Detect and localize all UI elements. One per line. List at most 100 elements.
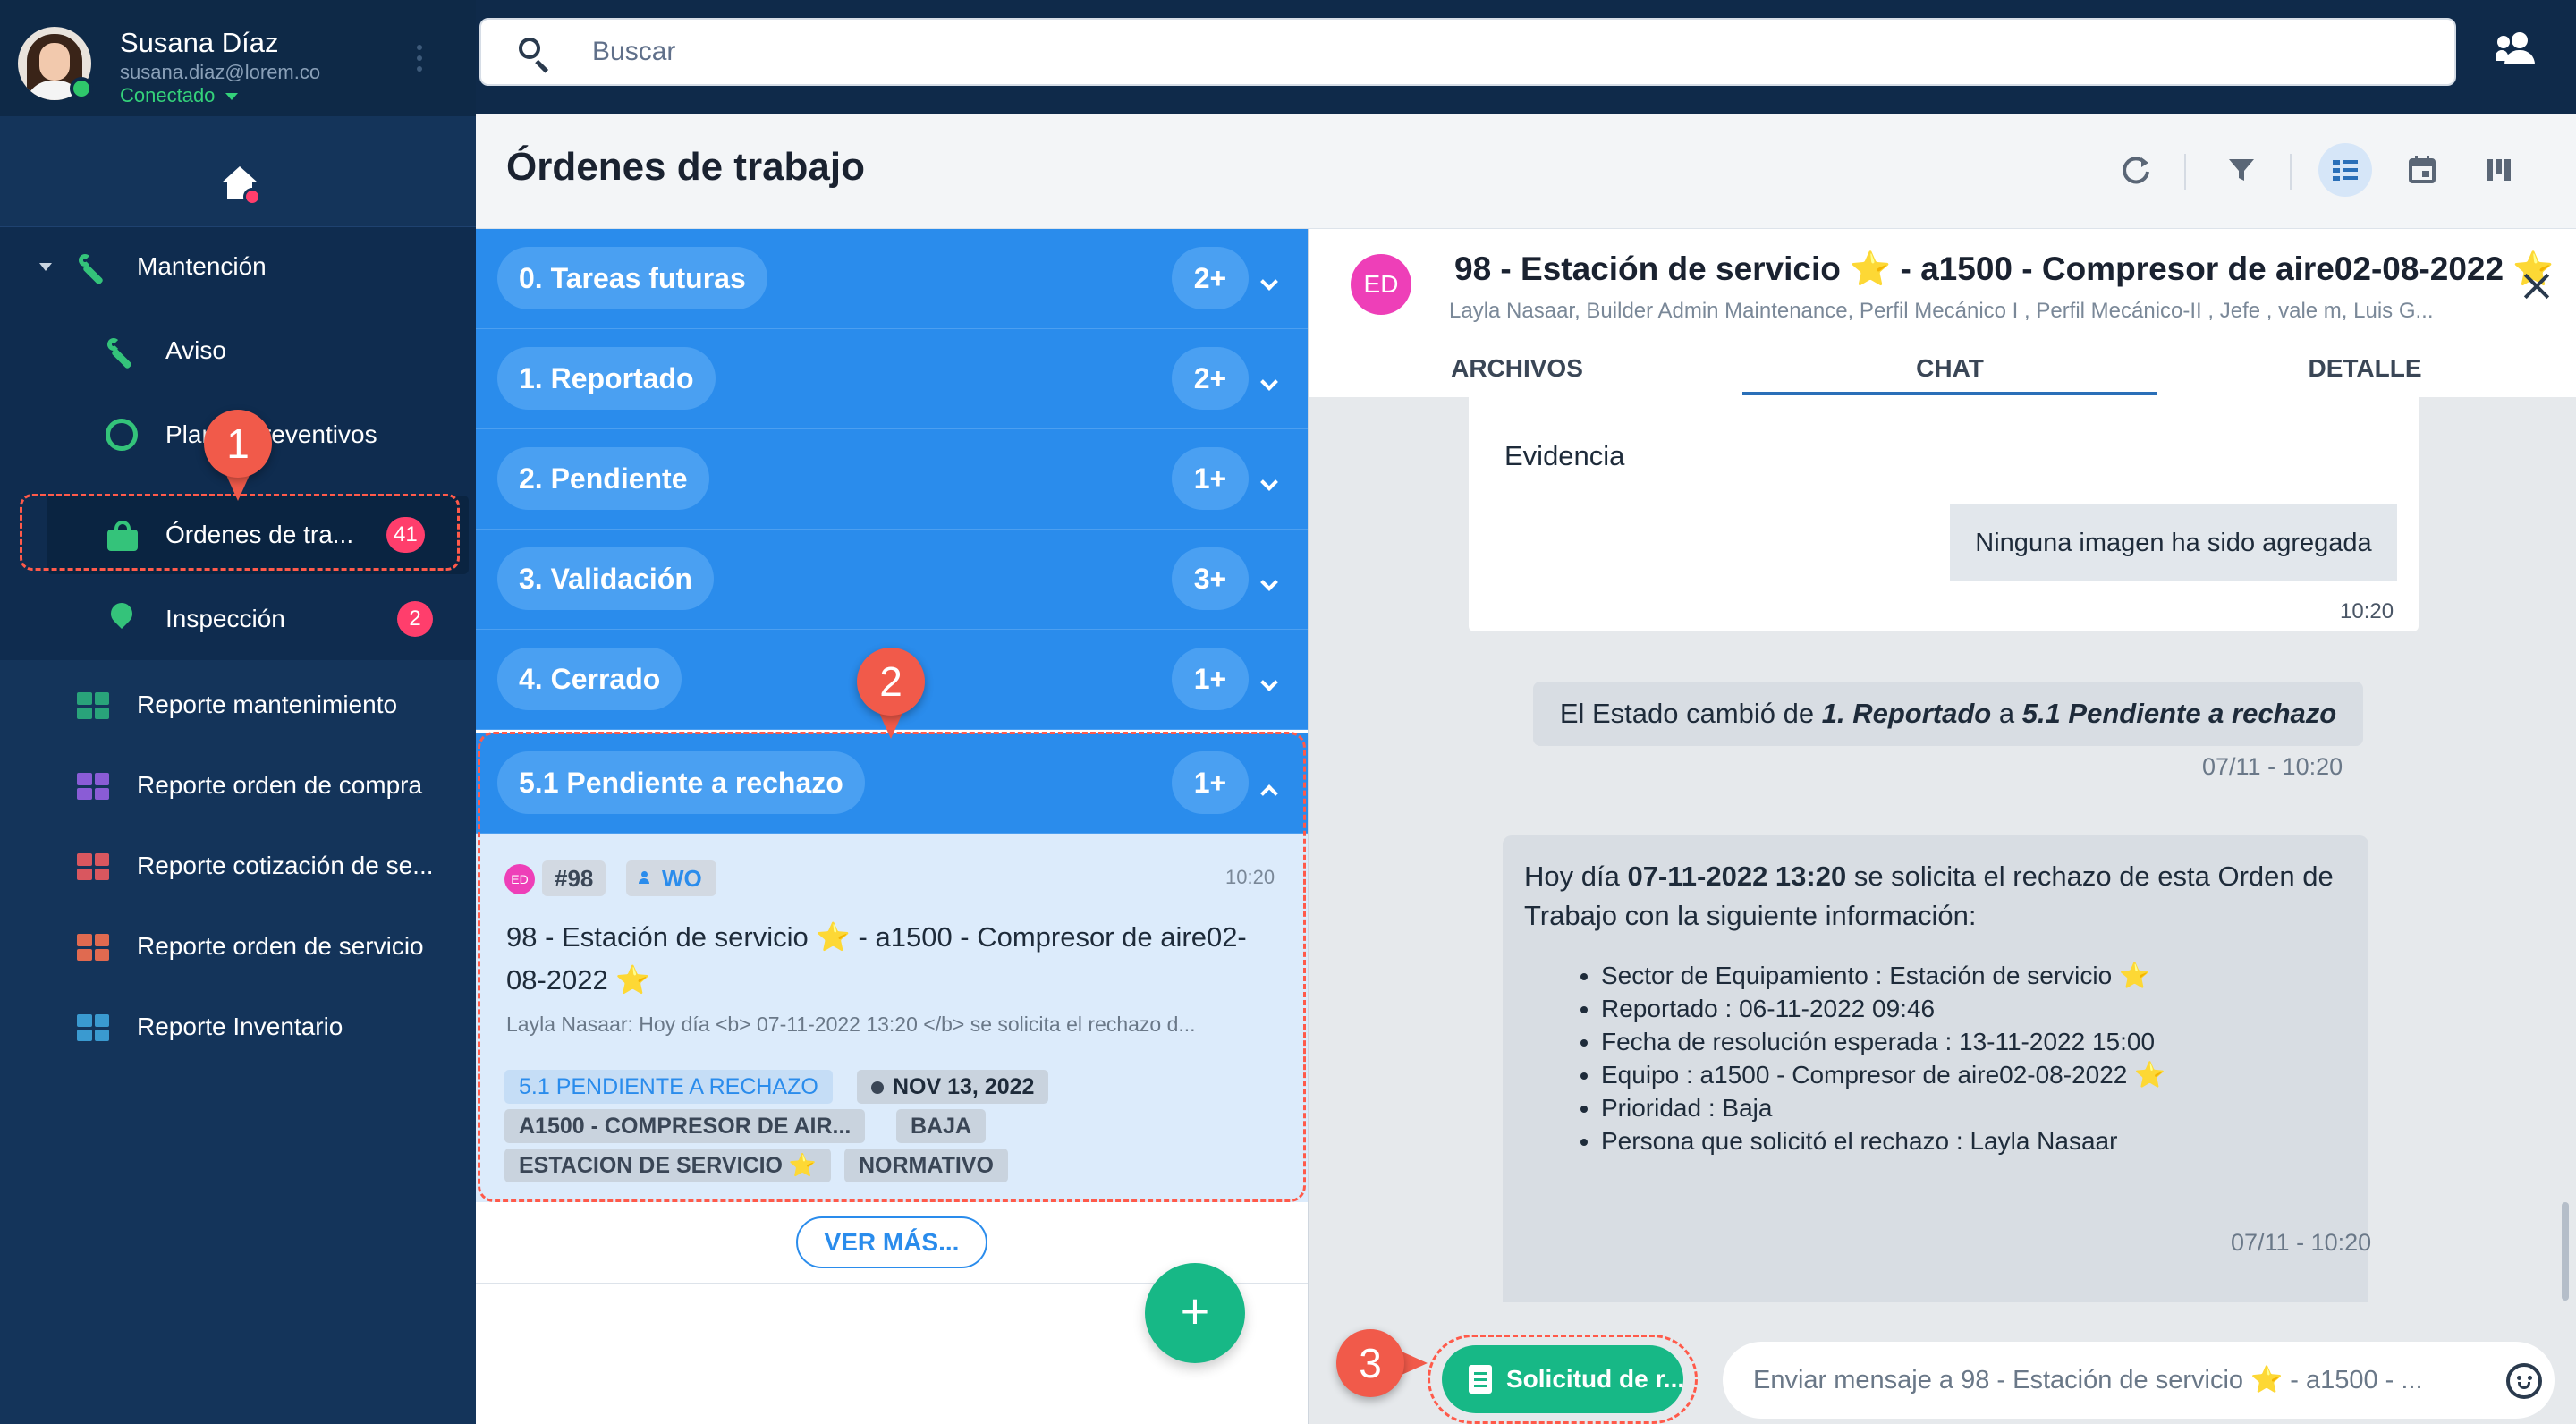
status-count: 1+ xyxy=(1172,648,1249,710)
chevron-down-icon[interactable] xyxy=(1260,273,1278,291)
callout-3: 3 xyxy=(1336,1329,1428,1397)
count-badge: 2 xyxy=(397,601,433,637)
load-more-button[interactable]: VER MÁS... xyxy=(796,1216,987,1268)
sidebar: Susana Díaz susana.diaz@lorem.co Conecta… xyxy=(0,0,476,1424)
divider xyxy=(2290,154,2292,190)
status-label: 2. Pendiente xyxy=(497,447,709,510)
message-time: 07/11 - 10:20 xyxy=(2202,753,2343,780)
intro-prefix: Hoy día xyxy=(1524,860,1628,892)
status-count: 2+ xyxy=(1172,247,1249,309)
chat-panel: ED 98 - Estación de servicio ⭐ - a1500 -… xyxy=(1309,229,2576,1424)
status-change-message: El Estado cambió de 1. Reportado a 5.1 P… xyxy=(1533,682,2363,746)
list-item: Persona que solicitó el rechazo : Layla … xyxy=(1601,1124,2165,1157)
avatar: ED xyxy=(1351,254,1411,315)
status-label: 0. Tareas futuras xyxy=(497,247,767,309)
tab-detalle[interactable]: DETALLE xyxy=(2157,354,2572,395)
report-grid-icon xyxy=(77,853,109,880)
intro-date: 07-11-2022 13:20 xyxy=(1627,860,1847,892)
chevron-down-icon[interactable] xyxy=(1260,473,1278,491)
report-grid-icon xyxy=(77,934,109,961)
status-row[interactable]: 0. Tareas futuras 2+ xyxy=(476,229,1308,329)
emoji-icon[interactable] xyxy=(2506,1363,2542,1399)
callout-number: 1 xyxy=(204,410,272,478)
report-grid-icon xyxy=(77,692,109,719)
status-change-mid: a xyxy=(1991,698,2022,729)
tab-archivos[interactable]: ARCHIVOS xyxy=(1309,354,1724,395)
nav-group-label: Mantención xyxy=(137,252,267,280)
callout-2: 2 xyxy=(857,648,925,739)
users-icon[interactable] xyxy=(2496,32,2542,68)
map-pin-icon xyxy=(106,598,138,635)
message-input-box[interactable] xyxy=(1723,1342,2555,1419)
sidebar-item-aviso[interactable]: Aviso xyxy=(0,311,476,392)
chat-title: 98 - Estación de servicio ⭐ - a1500 - Co… xyxy=(1454,250,2555,287)
user-status-dropdown[interactable]: Conectado xyxy=(120,84,239,107)
sidebar-item-reporte-mantenimiento[interactable]: Reporte mantenimiento xyxy=(0,665,476,746)
close-icon[interactable] xyxy=(2522,270,2551,300)
sidebar-item-label: Reporte orden de servicio xyxy=(137,932,424,960)
status-label: 3. Validación xyxy=(497,547,714,610)
no-image-notice: Ninguna imagen ha sido agregada xyxy=(1950,504,2397,581)
sidebar-item-label: Reporte Inventario xyxy=(137,1013,343,1040)
search-input[interactable] xyxy=(592,20,2381,84)
search-icon xyxy=(519,38,551,73)
more-options-icon[interactable] xyxy=(417,45,424,77)
calendar-icon[interactable] xyxy=(2395,143,2449,197)
tab-chat[interactable]: CHAT xyxy=(1742,354,2157,395)
home-row xyxy=(0,116,476,227)
message-time: 10:20 xyxy=(2340,599,2394,623)
sidebar-item-reporte-cotizacion[interactable]: Reporte cotización de se... xyxy=(0,826,476,907)
list-item: Prioridad : Baja xyxy=(1601,1091,2165,1124)
refresh-icon[interactable] xyxy=(2109,143,2163,197)
sidebar-item-label: Reporte mantenimiento xyxy=(137,691,398,718)
chevron-down-icon[interactable] xyxy=(1260,573,1278,591)
message-time: 07/11 - 10:20 xyxy=(2231,1229,2372,1256)
status-row[interactable]: 1. Reportado 2+ xyxy=(476,329,1308,429)
filter-icon[interactable] xyxy=(2215,143,2268,197)
user-email: susana.diaz@lorem.co xyxy=(120,61,321,83)
status-count: 2+ xyxy=(1172,347,1249,410)
notification-dot xyxy=(243,188,261,206)
add-button[interactable]: + xyxy=(1145,1263,1245,1363)
main-header: Órdenes de trabajo xyxy=(476,114,2576,229)
highlight-box-2 xyxy=(478,732,1306,1202)
user-name: Susana Díaz xyxy=(120,27,279,58)
user-profile[interactable]: Susana Díaz susana.diaz@lorem.co Conecta… xyxy=(0,0,476,116)
sidebar-item-inspeccion[interactable]: Inspección 2 xyxy=(0,580,476,660)
home-icon[interactable] xyxy=(222,166,261,206)
message-input[interactable] xyxy=(1753,1342,2469,1419)
highlight-box-1 xyxy=(20,494,460,571)
clock-icon xyxy=(106,419,138,451)
caret-down-icon xyxy=(225,93,239,101)
nav-group-header[interactable]: Mantención xyxy=(0,227,476,308)
sidebar-item-label: Aviso xyxy=(165,336,226,364)
status-count: 3+ xyxy=(1172,547,1249,610)
sidebar-item-label: Inspección xyxy=(165,605,285,632)
status-label: 4. Cerrado xyxy=(497,648,682,710)
list-view-icon[interactable] xyxy=(2318,143,2372,197)
chevron-down-icon[interactable] xyxy=(1260,373,1278,391)
status-row[interactable]: 3. Validación 3+ xyxy=(476,530,1308,630)
user-status-label: Conectado xyxy=(120,84,216,106)
callout-number: 3 xyxy=(1336,1329,1404,1397)
kanban-view-icon[interactable] xyxy=(2472,143,2526,197)
status-label: 1. Reportado xyxy=(497,347,716,410)
online-status-dot xyxy=(70,77,93,100)
search-bar[interactable] xyxy=(479,18,2456,86)
list-item: Fecha de resolución esperada : 13-11-202… xyxy=(1601,1025,2165,1058)
page-title: Órdenes de trabajo xyxy=(506,145,866,189)
chevron-down-icon[interactable] xyxy=(1260,674,1278,691)
wrench-icon xyxy=(104,335,136,370)
status-column: 0. Tareas futuras 2+ 1. Reportado 2+ 2. … xyxy=(476,229,1308,1424)
status-row[interactable]: 2. Pendiente 1+ xyxy=(476,429,1308,530)
caret-down-icon xyxy=(39,263,52,271)
list-item: Sector de Equipamiento : Estación de ser… xyxy=(1601,959,2165,992)
list-item: Equipo : a1500 - Compresor de aire02-08-… xyxy=(1601,1058,2165,1091)
sidebar-item-reporte-inventario[interactable]: Reporte Inventario xyxy=(0,987,476,1068)
sidebar-item-reporte-orden-servicio[interactable]: Reporte orden de servicio xyxy=(0,907,476,987)
chat-header: ED 98 - Estación de servicio ⭐ - a1500 -… xyxy=(1309,229,2576,397)
sidebar-item-reporte-orden-compra[interactable]: Reporte orden de compra xyxy=(0,746,476,826)
report-grid-icon xyxy=(77,1014,109,1041)
scrollbar[interactable] xyxy=(2562,1202,2569,1301)
chat-participants: Layla Nasaar, Builder Admin Maintenance,… xyxy=(1449,299,2434,323)
